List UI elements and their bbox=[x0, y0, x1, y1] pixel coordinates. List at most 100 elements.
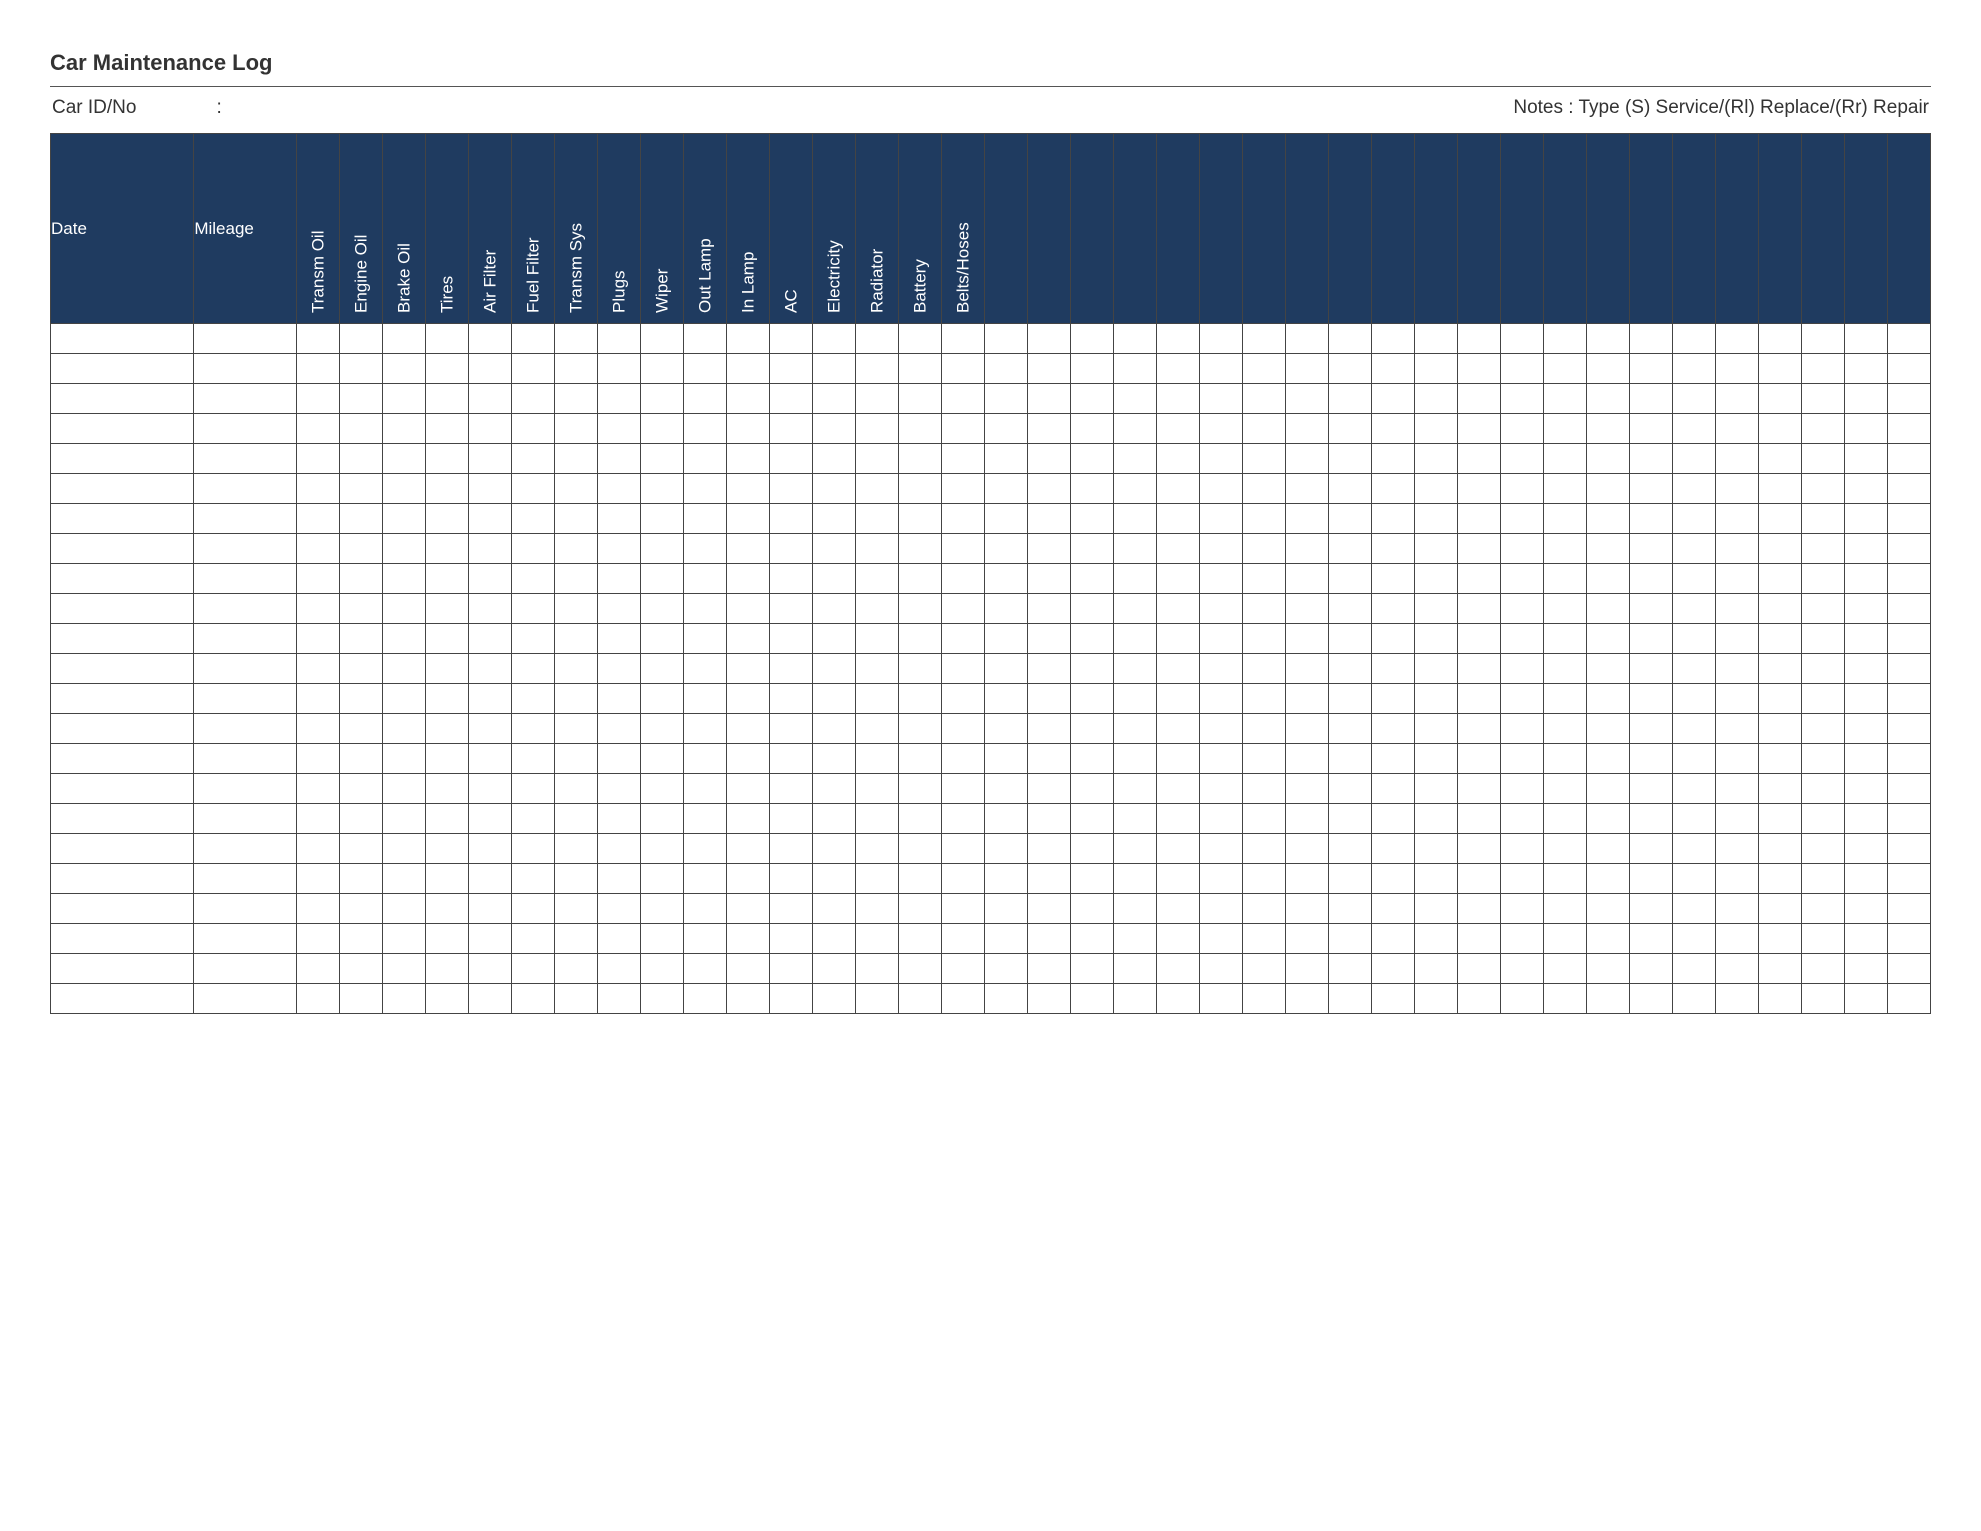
table-cell[interactable] bbox=[855, 474, 898, 504]
table-cell[interactable] bbox=[1629, 624, 1672, 654]
table-cell[interactable] bbox=[1285, 444, 1328, 474]
table-cell[interactable] bbox=[640, 624, 683, 654]
table-cell[interactable] bbox=[1758, 504, 1801, 534]
table-cell[interactable] bbox=[984, 354, 1027, 384]
table-cell[interactable] bbox=[984, 684, 1027, 714]
table-cell[interactable] bbox=[382, 474, 425, 504]
table-cell[interactable] bbox=[1715, 534, 1758, 564]
table-cell[interactable] bbox=[1070, 894, 1113, 924]
table-cell[interactable] bbox=[1844, 384, 1887, 414]
table-cell[interactable] bbox=[640, 954, 683, 984]
table-cell[interactable] bbox=[1457, 864, 1500, 894]
table-cell[interactable] bbox=[1586, 504, 1629, 534]
table-cell[interactable] bbox=[1199, 534, 1242, 564]
table-cell[interactable] bbox=[1242, 894, 1285, 924]
table-cell[interactable] bbox=[296, 384, 339, 414]
table-cell[interactable] bbox=[1887, 534, 1930, 564]
table-cell[interactable] bbox=[1586, 864, 1629, 894]
table-cell[interactable] bbox=[511, 834, 554, 864]
table-cell[interactable] bbox=[425, 474, 468, 504]
table-cell[interactable] bbox=[1156, 324, 1199, 354]
table-cell[interactable] bbox=[296, 924, 339, 954]
table-cell[interactable] bbox=[898, 834, 941, 864]
table-cell[interactable] bbox=[554, 744, 597, 774]
table-cell[interactable] bbox=[984, 714, 1027, 744]
table-cell[interactable] bbox=[683, 834, 726, 864]
table-cell[interactable] bbox=[898, 774, 941, 804]
table-cell[interactable] bbox=[812, 654, 855, 684]
table-cell[interactable] bbox=[339, 534, 382, 564]
table-cell[interactable] bbox=[1328, 834, 1371, 864]
table-cell[interactable] bbox=[1500, 384, 1543, 414]
table-cell[interactable] bbox=[726, 654, 769, 684]
table-cell[interactable] bbox=[855, 564, 898, 594]
table-cell[interactable] bbox=[554, 444, 597, 474]
table-cell[interactable] bbox=[1844, 774, 1887, 804]
table-cell[interactable] bbox=[1801, 684, 1844, 714]
table-cell[interactable] bbox=[51, 774, 194, 804]
table-cell[interactable] bbox=[1844, 894, 1887, 924]
table-cell[interactable] bbox=[1328, 744, 1371, 774]
table-cell[interactable] bbox=[194, 534, 296, 564]
table-cell[interactable] bbox=[941, 984, 984, 1014]
table-cell[interactable] bbox=[984, 564, 1027, 594]
table-cell[interactable] bbox=[1629, 444, 1672, 474]
table-cell[interactable] bbox=[1156, 444, 1199, 474]
table-cell[interactable] bbox=[1199, 414, 1242, 444]
table-cell[interactable] bbox=[597, 924, 640, 954]
table-cell[interactable] bbox=[1500, 834, 1543, 864]
table-cell[interactable] bbox=[425, 774, 468, 804]
table-cell[interactable] bbox=[1070, 324, 1113, 354]
table-cell[interactable] bbox=[296, 564, 339, 594]
table-cell[interactable] bbox=[382, 594, 425, 624]
table-cell[interactable] bbox=[898, 714, 941, 744]
table-cell[interactable] bbox=[726, 414, 769, 444]
table-cell[interactable] bbox=[597, 444, 640, 474]
table-cell[interactable] bbox=[1629, 504, 1672, 534]
table-cell[interactable] bbox=[1629, 984, 1672, 1014]
table-cell[interactable] bbox=[1328, 714, 1371, 744]
table-cell[interactable] bbox=[1457, 774, 1500, 804]
table-cell[interactable] bbox=[1715, 924, 1758, 954]
table-cell[interactable] bbox=[382, 714, 425, 744]
table-cell[interactable] bbox=[511, 804, 554, 834]
table-cell[interactable] bbox=[425, 924, 468, 954]
table-cell[interactable] bbox=[1801, 474, 1844, 504]
table-cell[interactable] bbox=[941, 654, 984, 684]
table-cell[interactable] bbox=[1242, 414, 1285, 444]
table-cell[interactable] bbox=[726, 444, 769, 474]
table-cell[interactable] bbox=[1027, 534, 1070, 564]
table-cell[interactable] bbox=[1156, 744, 1199, 774]
table-cell[interactable] bbox=[683, 474, 726, 504]
table-cell[interactable] bbox=[1758, 714, 1801, 744]
table-cell[interactable] bbox=[1285, 654, 1328, 684]
table-cell[interactable] bbox=[1887, 924, 1930, 954]
table-cell[interactable] bbox=[1242, 744, 1285, 774]
table-cell[interactable] bbox=[1543, 744, 1586, 774]
table-cell[interactable] bbox=[984, 534, 1027, 564]
table-cell[interactable] bbox=[51, 804, 194, 834]
table-cell[interactable] bbox=[1113, 594, 1156, 624]
table-cell[interactable] bbox=[1371, 654, 1414, 684]
table-cell[interactable] bbox=[855, 684, 898, 714]
table-cell[interactable] bbox=[769, 834, 812, 864]
table-cell[interactable] bbox=[382, 684, 425, 714]
table-cell[interactable] bbox=[855, 624, 898, 654]
table-cell[interactable] bbox=[194, 774, 296, 804]
table-cell[interactable] bbox=[1887, 834, 1930, 864]
table-cell[interactable] bbox=[194, 384, 296, 414]
table-cell[interactable] bbox=[1844, 804, 1887, 834]
table-cell[interactable] bbox=[511, 924, 554, 954]
table-cell[interactable] bbox=[339, 864, 382, 894]
table-cell[interactable] bbox=[812, 954, 855, 984]
table-cell[interactable] bbox=[1457, 384, 1500, 414]
table-cell[interactable] bbox=[1414, 834, 1457, 864]
table-cell[interactable] bbox=[1715, 594, 1758, 624]
table-cell[interactable] bbox=[1844, 414, 1887, 444]
table-cell[interactable] bbox=[1887, 474, 1930, 504]
table-cell[interactable] bbox=[1414, 414, 1457, 444]
table-cell[interactable] bbox=[812, 564, 855, 594]
table-cell[interactable] bbox=[597, 654, 640, 684]
table-cell[interactable] bbox=[468, 384, 511, 414]
table-cell[interactable] bbox=[1629, 654, 1672, 684]
